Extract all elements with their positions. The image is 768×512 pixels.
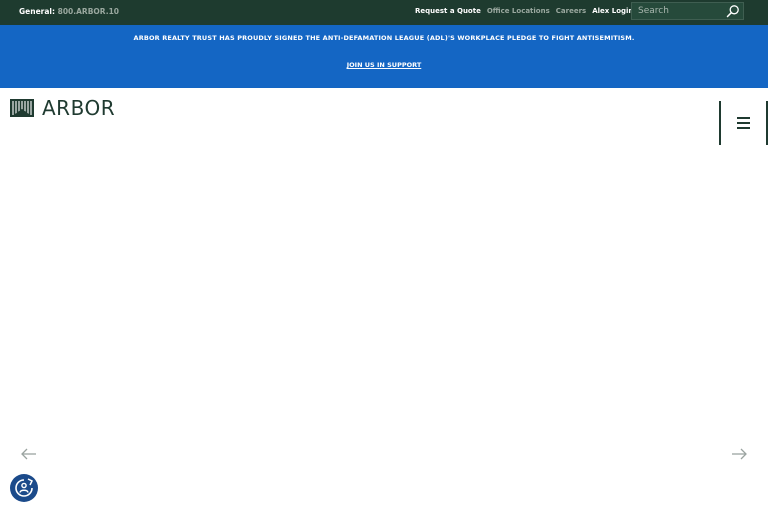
banner-message: ARBOR REALTY TRUST HAS PROUDLY SIGNED TH… (133, 34, 635, 42)
arrow-right-icon[interactable] (730, 447, 748, 461)
arbor-logo-mark-icon (10, 99, 34, 117)
arbor-logo[interactable]: ARBOR (10, 97, 115, 119)
utility-links: Request a Quote Office Locations Careers… (415, 7, 633, 16)
search-icon[interactable] (726, 4, 740, 18)
careers-link[interactable]: Careers (556, 7, 586, 16)
phone-label: General: (19, 7, 55, 16)
cookie-consent-icon (15, 478, 34, 497)
site-header: ARBOR (0, 88, 768, 150)
general-phone: General: 800.ARBOR.10 (19, 7, 119, 16)
logo-text: ARBOR (42, 96, 116, 120)
arrow-left-icon[interactable] (20, 447, 38, 461)
alex-login-link[interactable]: Alex Login (592, 7, 633, 16)
search-input[interactable] (632, 3, 730, 19)
top-utility-bar: General: 800.ARBOR.10 Request a Quote Of… (0, 0, 768, 25)
phone-number-link[interactable]: 800.ARBOR.10 (58, 7, 119, 16)
search-box (631, 2, 744, 20)
hero-slider (0, 150, 768, 512)
hamburger-icon[interactable] (730, 113, 756, 133)
cookie-consent-button[interactable] (10, 474, 38, 502)
office-locations-link[interactable]: Office Locations (487, 7, 550, 16)
request-quote-link[interactable]: Request a Quote (415, 7, 481, 16)
join-us-link[interactable]: JOIN US IN SUPPORT (0, 61, 768, 70)
menu-divider (719, 101, 721, 145)
announcement-banner: ARBOR REALTY TRUST HAS PROUDLY SIGNED TH… (0, 25, 768, 88)
